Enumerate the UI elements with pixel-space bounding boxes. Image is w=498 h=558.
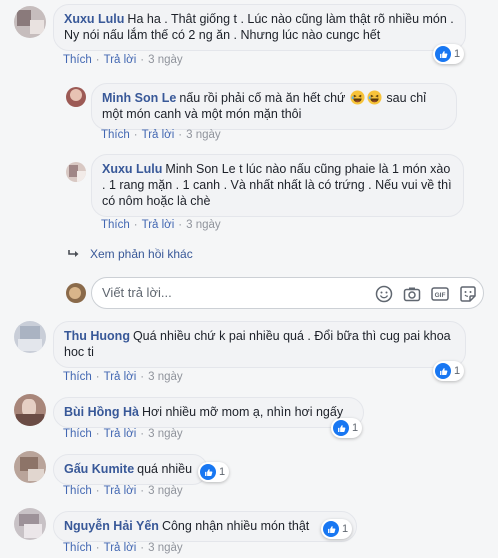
timestamp[interactable]: 3 ngày	[148, 54, 183, 66]
reply-input[interactable]	[102, 285, 362, 300]
comment-actions: Thích · Trả lời · 3 ngày	[63, 542, 183, 554]
comment-text: Công nhận nhiều món thật	[161, 519, 310, 533]
camera-icon[interactable]	[403, 285, 421, 303]
reaction-count[interactable]: 1	[331, 418, 363, 438]
reply-arrow-icon	[68, 249, 80, 259]
reply-composer: GIF	[91, 277, 484, 309]
reply-button[interactable]: Trả lời	[104, 371, 137, 383]
timestamp[interactable]: 3 ngày	[148, 542, 183, 554]
reply-button[interactable]: Trả lời	[104, 428, 137, 440]
timestamp[interactable]: 3 ngày	[148, 428, 183, 440]
reaction-count[interactable]: 1	[433, 361, 465, 381]
comment-author[interactable]: Nguyễn Hải Yến	[64, 519, 159, 533]
timestamp[interactable]: 3 ngày	[186, 129, 221, 141]
comment-author[interactable]: Gấu Kumite	[64, 462, 134, 476]
smiley-icon[interactable]	[375, 285, 393, 303]
avatar[interactable]	[14, 6, 46, 38]
reaction-count[interactable]: 1	[198, 462, 230, 482]
comment-bubble: Minh Son Le nấu rồi phải cố mà ăn hết chứ…	[91, 83, 457, 130]
avatar[interactable]	[14, 394, 46, 426]
comment-author[interactable]: Minh Son Le	[102, 91, 176, 105]
timestamp[interactable]: 3 ngày	[148, 371, 183, 383]
comment-text: Hơi nhiều mỡ mom ạ, nhìn hơi ngấy	[142, 405, 344, 419]
like-button[interactable]: Thích	[63, 371, 92, 383]
timestamp[interactable]: 3 ngày	[148, 485, 183, 497]
sticker-icon[interactable]	[459, 285, 477, 303]
thumbs-up-icon	[323, 521, 339, 537]
like-button[interactable]: Thích	[63, 542, 92, 554]
comment-author[interactable]: Xuxu Lulu	[64, 12, 124, 26]
thumbs-up-icon	[435, 46, 451, 62]
comment-text: nấu rồi phải cố mà ăn hết chứ	[179, 91, 346, 105]
thumbs-up-icon	[435, 363, 451, 379]
comment-actions: Thích · Trả lời · 3 ngày	[63, 371, 183, 383]
comment-author[interactable]: Bùi Hồng Hà	[64, 405, 139, 419]
gif-icon[interactable]: GIF	[431, 285, 449, 303]
timestamp[interactable]: 3 ngày	[186, 219, 221, 231]
comment-actions: Thích · Trả lời · 3 ngày	[101, 129, 221, 141]
comment-author[interactable]: Xuxu Lulu	[102, 162, 162, 176]
avatar	[66, 283, 86, 303]
avatar[interactable]	[14, 508, 46, 540]
comment-actions: Thích · Trả lời · 3 ngày	[63, 428, 183, 440]
like-button[interactable]: Thích	[101, 129, 130, 141]
comment-bubble: Gấu Kumite quá nhiều	[53, 454, 208, 485]
thumbs-up-icon	[200, 464, 216, 480]
like-button[interactable]: Thích	[63, 428, 92, 440]
reaction-count[interactable]: 1	[433, 44, 465, 64]
avatar[interactable]	[14, 321, 46, 353]
comment-actions: Thích · Trả lời · 3 ngày	[63, 485, 183, 497]
thumbs-up-icon	[333, 420, 349, 436]
avatar[interactable]	[66, 87, 86, 107]
laughing-emoji-icon	[350, 90, 365, 105]
reply-button[interactable]: Trả lời	[104, 542, 137, 554]
laughing-emoji-icon	[367, 90, 382, 105]
comment-bubble: Nguyễn Hải Yến Công nhận nhiều món thật	[53, 511, 357, 542]
reply-button[interactable]: Trả lời	[142, 129, 175, 141]
avatar[interactable]	[66, 162, 86, 182]
reaction-count[interactable]: 1	[321, 519, 353, 539]
svg-text:GIF: GIF	[435, 292, 446, 299]
comment-actions: Thích · Trả lời · 3 ngày	[101, 219, 221, 231]
like-button[interactable]: Thích	[63, 54, 92, 66]
avatar[interactable]	[14, 451, 46, 483]
more-replies-link[interactable]: Xem phản hồi khác	[68, 247, 193, 261]
comment-bubble: Xuxu Lulu Ha ha . Thât giống t . Lúc nào …	[53, 4, 466, 51]
reply-button[interactable]: Trả lời	[104, 485, 137, 497]
comment-bubble: Thu Huong Quá nhiều chứ k pai nhiều quá .…	[53, 321, 466, 368]
comment-actions: Thích · Trả lời · 3 ngày	[63, 54, 183, 66]
comment-text: quá nhiều	[137, 462, 193, 476]
like-button[interactable]: Thích	[63, 485, 92, 497]
comment-author[interactable]: Thu Huong	[64, 329, 130, 343]
comment-bubble: Xuxu Lulu Minh Son Le t lúc nào nấu cũng …	[91, 154, 464, 217]
reply-button[interactable]: Trả lời	[142, 219, 175, 231]
reply-button[interactable]: Trả lời	[104, 54, 137, 66]
like-button[interactable]: Thích	[101, 219, 130, 231]
comment-bubble: Bùi Hồng Hà Hơi nhiều mỡ mom ạ, nhìn hơi …	[53, 397, 364, 428]
